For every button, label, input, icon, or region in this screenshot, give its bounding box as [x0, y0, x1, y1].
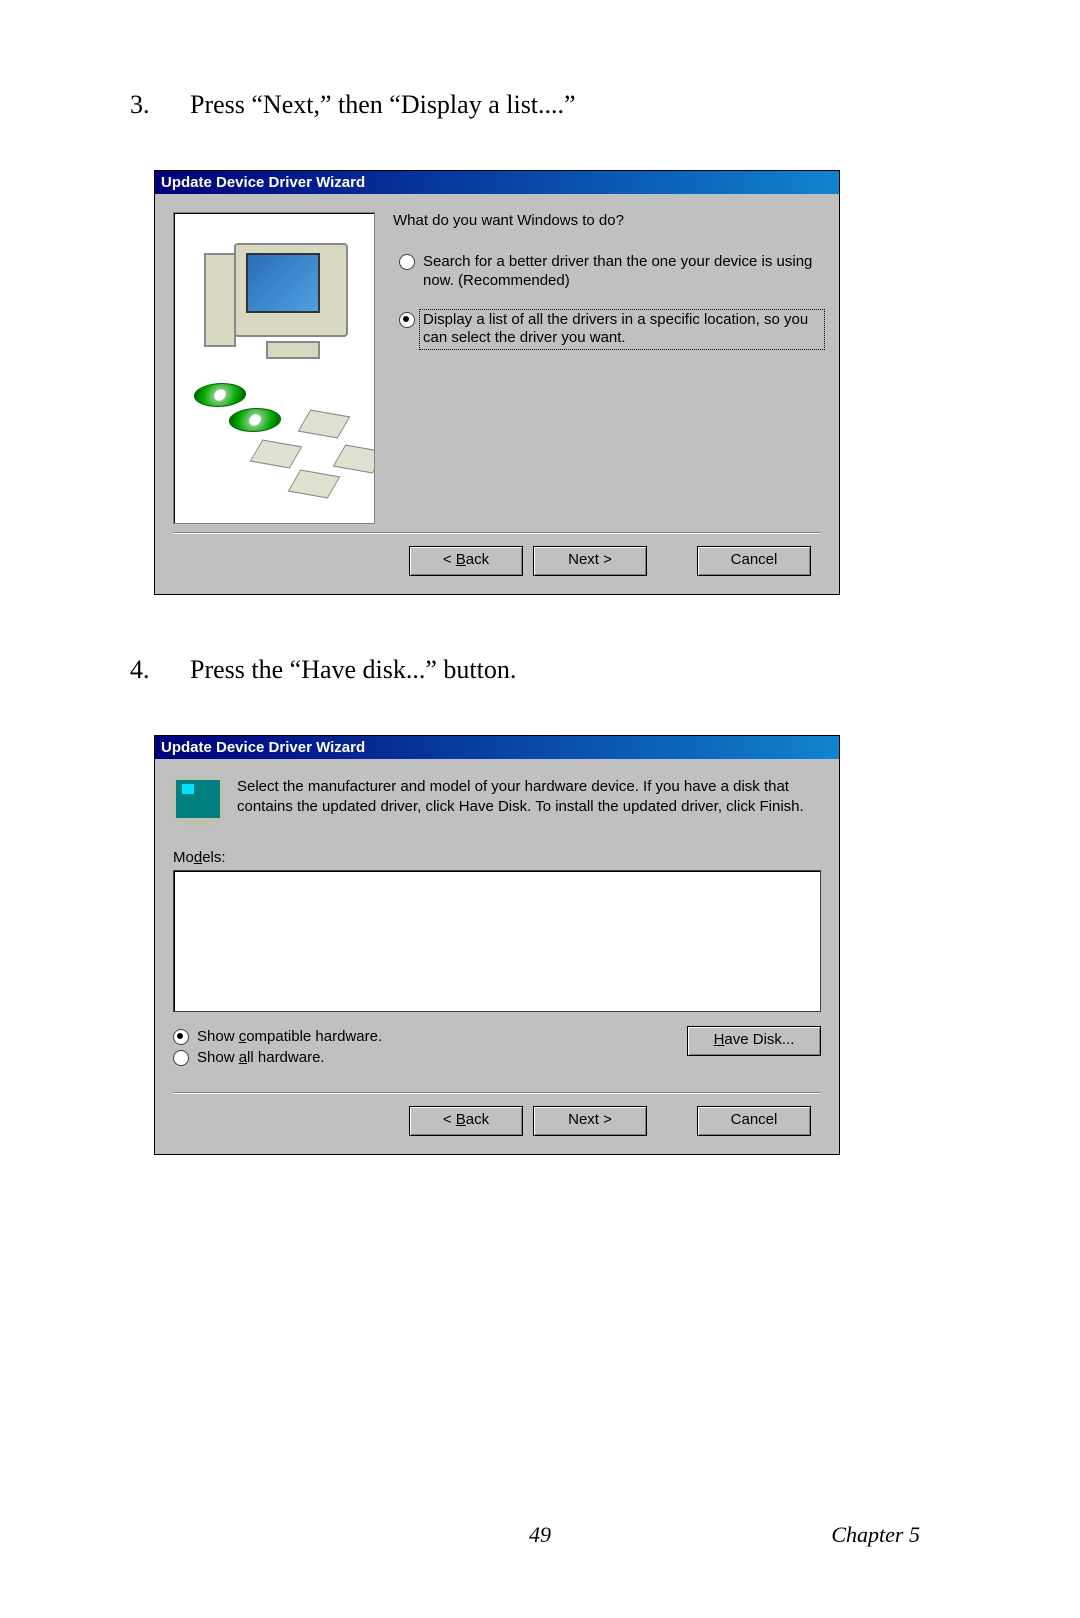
separator: [173, 1092, 821, 1094]
radio-label-display-list: Display a list of all the drivers in a s…: [419, 309, 825, 351]
radio-show-all[interactable]: Show all hardware.: [173, 1047, 687, 1068]
step-4-number: 4.: [130, 655, 190, 685]
next-button[interactable]: Next >: [533, 1106, 647, 1136]
radio-icon: [399, 312, 415, 328]
back-button[interactable]: < Back: [409, 546, 523, 576]
radio-icon: [399, 254, 415, 270]
dialog2-description: Select the manufacturer and model of you…: [237, 777, 821, 821]
dialog-driver-wizard-1: Update Device Driver Wizard What do you …: [154, 170, 840, 595]
radio-show-compatible[interactable]: Show compatible hardware.: [173, 1026, 687, 1047]
radio-label-search: Search for a better driver than the one …: [423, 253, 821, 291]
step-4: 4. Press the “Have disk...” button.: [130, 655, 950, 685]
step-4-text: Press the “Have disk...” button.: [190, 655, 516, 685]
wizard-graphic-icon: [173, 212, 375, 524]
models-label: Models:: [173, 849, 821, 866]
radio-icon: [173, 1050, 189, 1066]
back-button[interactable]: < Back: [409, 1106, 523, 1136]
radio-icon: [173, 1029, 189, 1045]
page-footer: 49 Chapter 5: [0, 1522, 1080, 1548]
step-3: 3. Press “Next,” then “Display a list...…: [130, 90, 950, 120]
step-3-number: 3.: [130, 90, 190, 120]
radio-display-list[interactable]: Display a list of all the drivers in a s…: [393, 311, 821, 349]
cancel-button[interactable]: Cancel: [697, 546, 811, 576]
chapter-label: Chapter 5: [831, 1522, 920, 1548]
titlebar-1: Update Device Driver Wizard: [155, 171, 839, 194]
monitor-icon: [173, 777, 223, 821]
have-disk-button[interactable]: Have Disk...: [687, 1026, 821, 1056]
prompt-text: What do you want Windows to do?: [393, 212, 821, 229]
show-all-label: Show all hardware.: [197, 1049, 325, 1066]
next-button[interactable]: Next >: [533, 546, 647, 576]
page-number: 49: [529, 1522, 551, 1548]
models-listbox[interactable]: [173, 870, 821, 1012]
cancel-button[interactable]: Cancel: [697, 1106, 811, 1136]
step-3-text: Press “Next,” then “Display a list....”: [190, 90, 576, 120]
dialog-driver-wizard-2: Update Device Driver Wizard Select the m…: [154, 735, 840, 1155]
titlebar-2: Update Device Driver Wizard: [155, 736, 839, 759]
separator: [173, 532, 821, 534]
radio-search-better-driver[interactable]: Search for a better driver than the one …: [393, 253, 821, 291]
show-compatible-label: Show compatible hardware.: [197, 1028, 382, 1045]
